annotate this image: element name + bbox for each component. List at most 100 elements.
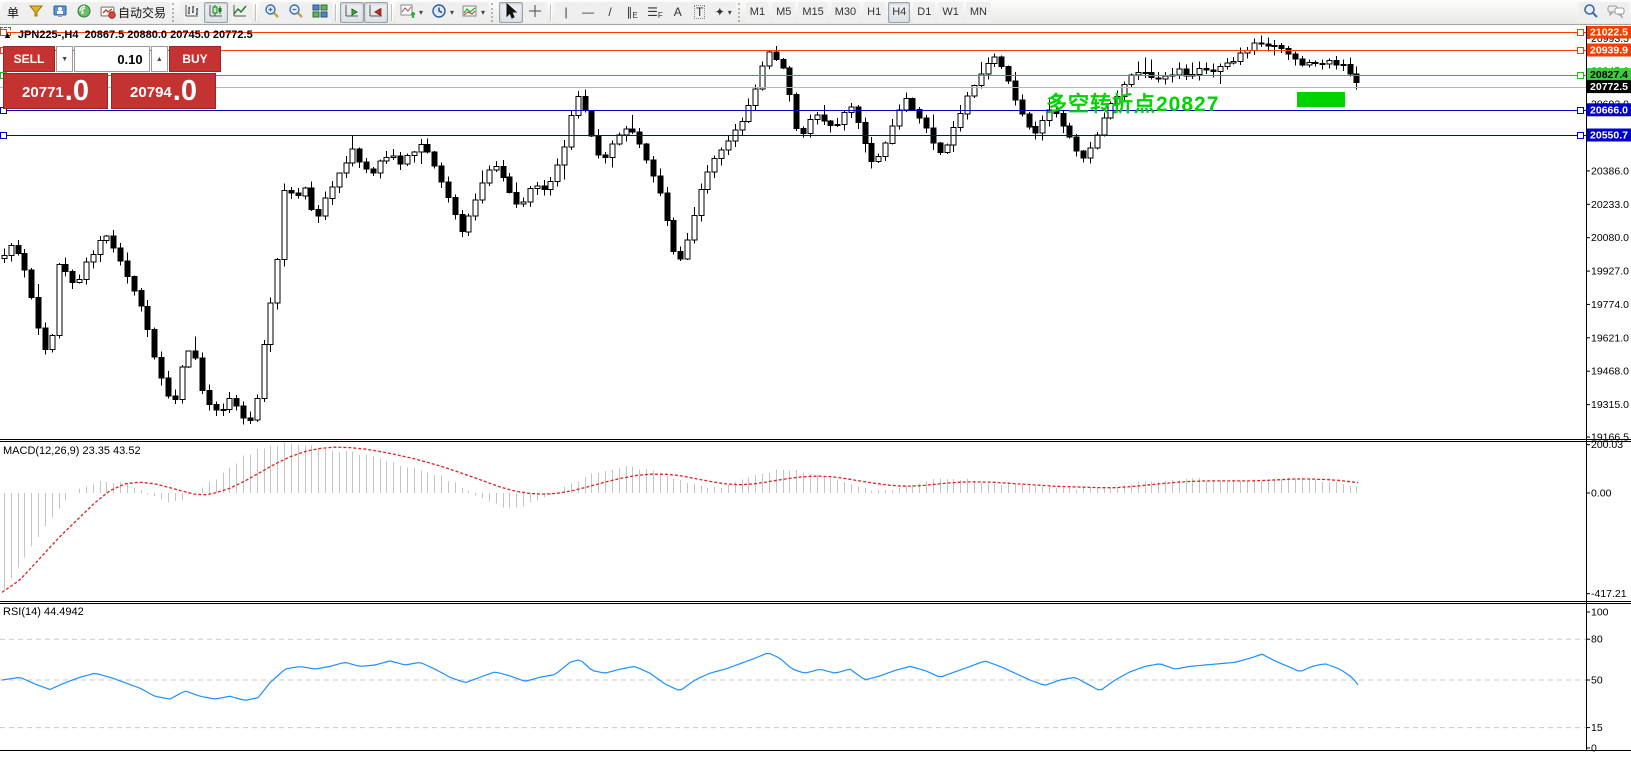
timeframe-button-H4[interactable]: H4	[888, 2, 910, 23]
timeframe-label: D1	[917, 6, 931, 18]
arrows-tool-button[interactable]: ✦▾	[711, 2, 736, 23]
chat-button[interactable]	[1603, 2, 1629, 23]
sell-price-button[interactable]: 20771 .0	[3, 73, 108, 109]
periods-button[interactable]: ▾	[427, 2, 458, 23]
horizontal-line-icon: —	[582, 6, 594, 18]
bar-chart-icon	[184, 3, 200, 22]
chart-window[interactable]: 20993.520845.020692.020539.020386.020233…	[0, 26, 1631, 774]
autotrading-label: 自动交易	[118, 4, 166, 21]
line-handle[interactable]	[1578, 48, 1584, 54]
cursor-arrow-icon	[503, 3, 519, 22]
fibonacci-icon: ☰	[647, 6, 658, 18]
buy-price-button[interactable]: 20794 .0	[111, 73, 216, 109]
horizontal-line-objects[interactable]	[0, 30, 1586, 139]
price-badge-label: 20939.9	[1590, 45, 1628, 57]
application-window: 单 自动交易	[0, 0, 1631, 774]
chart-window-icon: ▲	[3, 30, 12, 40]
price-badge-label: 20666.0	[1590, 104, 1628, 116]
axis-tick-label: 20080.0	[1591, 232, 1629, 244]
arrows-icon: ✦	[715, 6, 725, 18]
candlestick-icon	[208, 3, 224, 22]
funnel-icon	[28, 3, 44, 22]
timeframe-button-D1[interactable]: D1	[913, 2, 935, 23]
macd-axis-label: 0.00	[1591, 488, 1612, 500]
line-handle[interactable]	[1578, 30, 1584, 36]
timeframe-label: H1	[867, 6, 881, 18]
search-button[interactable]	[1579, 2, 1603, 23]
axis-tick-label: 19774.0	[1591, 299, 1629, 311]
line-handle[interactable]	[1578, 133, 1584, 139]
dropdown-arrow-icon: ▾	[728, 8, 732, 17]
auto-scroll-button[interactable]	[340, 2, 364, 23]
templates-button[interactable]: ▾	[458, 2, 489, 23]
volume-input[interactable]: 0.10	[74, 46, 149, 72]
timeframe-button-M15[interactable]: M15	[798, 2, 827, 23]
horizontal-line-tool-button[interactable]: —	[577, 2, 599, 23]
zoom-in-button[interactable]	[260, 2, 284, 23]
text-label-tool-button[interactable]: T	[689, 2, 711, 23]
rsi-axis-label: 80	[1591, 634, 1603, 646]
macd-pane: 200.030.00-417.21	[2, 439, 1627, 600]
vertical-line-icon: |	[565, 6, 568, 18]
channel-tool-button[interactable]: ∥E	[621, 2, 643, 23]
sell-button[interactable]: SELL	[3, 46, 55, 72]
crosshair-tool-button[interactable]	[523, 2, 547, 23]
pane-borders	[0, 26, 1631, 751]
signals-button[interactable]	[72, 2, 96, 23]
dropdown-arrow-icon: ▾	[450, 8, 454, 17]
rsi-pane: 1008050150	[0, 607, 1609, 755]
timeframe-button-M5[interactable]: M5	[772, 2, 795, 23]
price-axis[interactable]: 20993.520845.020692.020539.020386.020233…	[1586, 33, 1629, 444]
rsi-axis-label: 15	[1591, 722, 1603, 734]
candlestick-chart-type-button[interactable]	[204, 2, 228, 23]
volume-increase-button[interactable]: ▲	[151, 46, 168, 72]
template-icon	[462, 3, 478, 22]
zoom-in-icon	[264, 3, 280, 22]
line-handle[interactable]	[1, 133, 7, 139]
add-indicator-button[interactable]: ▾	[396, 2, 427, 23]
tile-windows-button[interactable]	[308, 2, 332, 23]
axis-tick-label: 20386.0	[1591, 165, 1629, 177]
timeframe-button-H1[interactable]: H1	[863, 2, 885, 23]
dropdown-arrow-icon: ▾	[419, 8, 423, 17]
chart-canvas[interactable]: 20993.520845.020692.020539.020386.020233…	[0, 26, 1631, 774]
bar-chart-type-button[interactable]	[180, 2, 204, 23]
buy-price-fraction: .0	[173, 77, 197, 106]
signal-globe-icon	[76, 3, 92, 22]
trendline-tool-button[interactable]: /	[599, 2, 621, 23]
main-toolbar: 单 自动交易	[0, 0, 1631, 25]
buy-button[interactable]: BUY	[169, 46, 221, 72]
timeframe-label: M15	[802, 6, 823, 18]
volume-decrease-button[interactable]: ▼	[56, 46, 73, 72]
vertical-line-tool-button[interactable]: |	[555, 2, 577, 23]
timeframe-button-M1[interactable]: M1	[746, 2, 769, 23]
timeframe-label: H4	[892, 6, 906, 18]
timeframe-button-M30[interactable]: M30	[831, 2, 860, 23]
community-button[interactable]	[48, 2, 72, 23]
rsi-indicator-label: RSI(14) 44.4942	[3, 606, 84, 618]
axis-tick-label: 19315.0	[1591, 399, 1629, 411]
autotrading-button[interactable]: 自动交易	[96, 2, 170, 23]
line-chart-type-button[interactable]	[228, 2, 252, 23]
text-tool-button[interactable]: A	[667, 2, 689, 23]
macd-axis-label: -417.21	[1591, 588, 1627, 600]
fibonacci-tool-button[interactable]: ☰F	[643, 2, 667, 23]
new-order-button[interactable]: 单	[2, 2, 24, 23]
toolbar-drag-handle[interactable]	[491, 3, 495, 22]
timeframe-button-MN[interactable]: MN	[966, 2, 991, 23]
axis-tick-label: 19927.0	[1591, 266, 1629, 278]
line-handle[interactable]	[1578, 108, 1584, 114]
search-icon	[1583, 3, 1599, 22]
toolbar-drag-handle[interactable]	[738, 3, 742, 22]
chart-shift-icon	[368, 3, 384, 22]
highlight-rectangle-object[interactable]	[1297, 92, 1345, 107]
toolbar-drag-handle[interactable]	[172, 3, 176, 22]
line-handle[interactable]	[1578, 73, 1584, 79]
timeframe-button-W1[interactable]: W1	[938, 2, 963, 23]
favorites-icon-button[interactable]	[24, 2, 48, 23]
chart-shift-button[interactable]	[364, 2, 388, 23]
dropdown-arrow-icon: ▾	[481, 8, 485, 17]
chart-annotation-text[interactable]: 多空转折点20827	[1046, 88, 1219, 118]
cursor-tool-button[interactable]	[499, 2, 523, 23]
zoom-out-button[interactable]	[284, 2, 308, 23]
